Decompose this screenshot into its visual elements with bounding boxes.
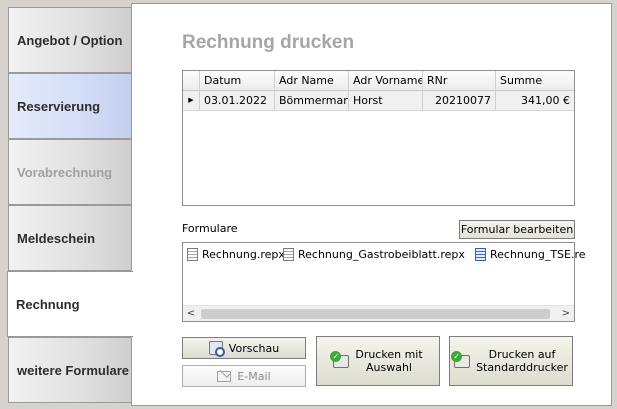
report-file-icon	[475, 248, 486, 261]
tab-label: Angebot / Option	[17, 32, 123, 48]
file-name: Rechnung.repx	[202, 248, 285, 261]
printer-check-icon	[330, 350, 350, 368]
column-header-rnr[interactable]: RNr	[423, 71, 496, 90]
file-name: Rechnung_Gastrobeiblatt.repx	[298, 248, 465, 261]
horizontal-scrollbar[interactable]: < >	[183, 305, 574, 321]
preview-icon	[208, 341, 225, 357]
invoice-grid[interactable]: Datum Adr Name Adr Vorname RNr Summe ▶ 0…	[182, 70, 575, 206]
column-header-datum[interactable]: Datum	[200, 71, 275, 90]
grid-header: Datum Adr Name Adr Vorname RNr Summe	[183, 71, 574, 91]
tab-meldeschein[interactable]: Meldeschein	[8, 205, 132, 271]
tab-rechnung[interactable]: Rechnung	[7, 271, 133, 337]
button-label-line1: Drucken auf	[488, 348, 556, 361]
tab-label: Rechnung	[16, 296, 80, 312]
vorschau-button[interactable]: Vorschau	[182, 337, 306, 359]
tab-weitere-formulare[interactable]: weitere Formulare	[8, 337, 132, 403]
button-label-line2: Standarddrucker	[476, 361, 568, 374]
cell-adr-name: Bömmermann	[275, 91, 349, 110]
list-item[interactable]: Rechnung_TSE.re	[475, 248, 586, 261]
report-file-icon	[187, 248, 198, 261]
tab-vorabrechnung[interactable]: Vorabrechnung	[8, 139, 132, 205]
tab-label: Reservierung	[17, 98, 101, 114]
formulare-label: Formulare	[182, 222, 238, 235]
button-label-line2: Auswahl	[366, 361, 412, 374]
tab-angebot-option[interactable]: Angebot / Option	[8, 7, 132, 73]
button-label: Vorschau	[228, 341, 280, 355]
row-indicator-icon: ▶	[183, 91, 200, 110]
cell-summe: 341,00 €	[521, 94, 570, 107]
list-item[interactable]: Rechnung_Gastrobeiblatt.repx	[283, 248, 465, 261]
tab-reservierung[interactable]: Reservierung	[8, 73, 132, 139]
cell-adr-vorname: Horst	[349, 91, 423, 110]
column-header-adr-name[interactable]: Adr Name	[275, 71, 349, 90]
drucken-standarddrucker-button[interactable]: Drucken auf Standarddrucker	[449, 336, 573, 386]
formular-bearbeiten-button[interactable]: Formular bearbeiten	[459, 220, 575, 239]
email-button[interactable]: E-Mail	[182, 365, 306, 387]
scroll-right-icon[interactable]: >	[558, 306, 574, 322]
scroll-left-icon[interactable]: <	[183, 306, 199, 322]
file-name: Rechnung_TSE.re	[490, 248, 586, 261]
tab-label: Vorabrechnung	[17, 164, 113, 180]
column-header-adr-vorname[interactable]: Adr Vorname	[349, 71, 423, 90]
drucken-mit-auswahl-button[interactable]: Drucken mit Auswahl	[316, 336, 440, 386]
tab-label: weitere Formulare	[17, 362, 129, 378]
column-header-summe[interactable]: Summe	[496, 71, 574, 90]
tab-label: Meldeschein	[17, 230, 96, 246]
button-label: Formular bearbeiten	[460, 223, 574, 236]
cell-rnr: 20210077	[423, 91, 496, 110]
row-indicator-header	[183, 71, 200, 90]
envelope-icon	[217, 370, 232, 382]
main-panel: Rechnung drucken Datum Adr Name Adr Vorn…	[131, 3, 612, 406]
scroll-thumb[interactable]	[201, 309, 550, 319]
printer-check-icon	[451, 350, 471, 368]
table-row[interactable]: ▶ 03.01.2022 Bömmermann Horst 20210077 3…	[183, 91, 574, 111]
report-file-icon	[283, 248, 294, 261]
cell-datum: 03.01.2022	[200, 91, 275, 110]
button-label: E-Mail	[237, 369, 271, 383]
page-title: Rechnung drucken	[182, 32, 355, 53]
button-label-line1: Drucken mit	[355, 348, 423, 361]
formulare-list[interactable]: Rechnung.repx Rechnung_Gastrobeiblatt.re…	[182, 242, 586, 322]
list-item[interactable]: Rechnung.repx	[187, 248, 285, 261]
